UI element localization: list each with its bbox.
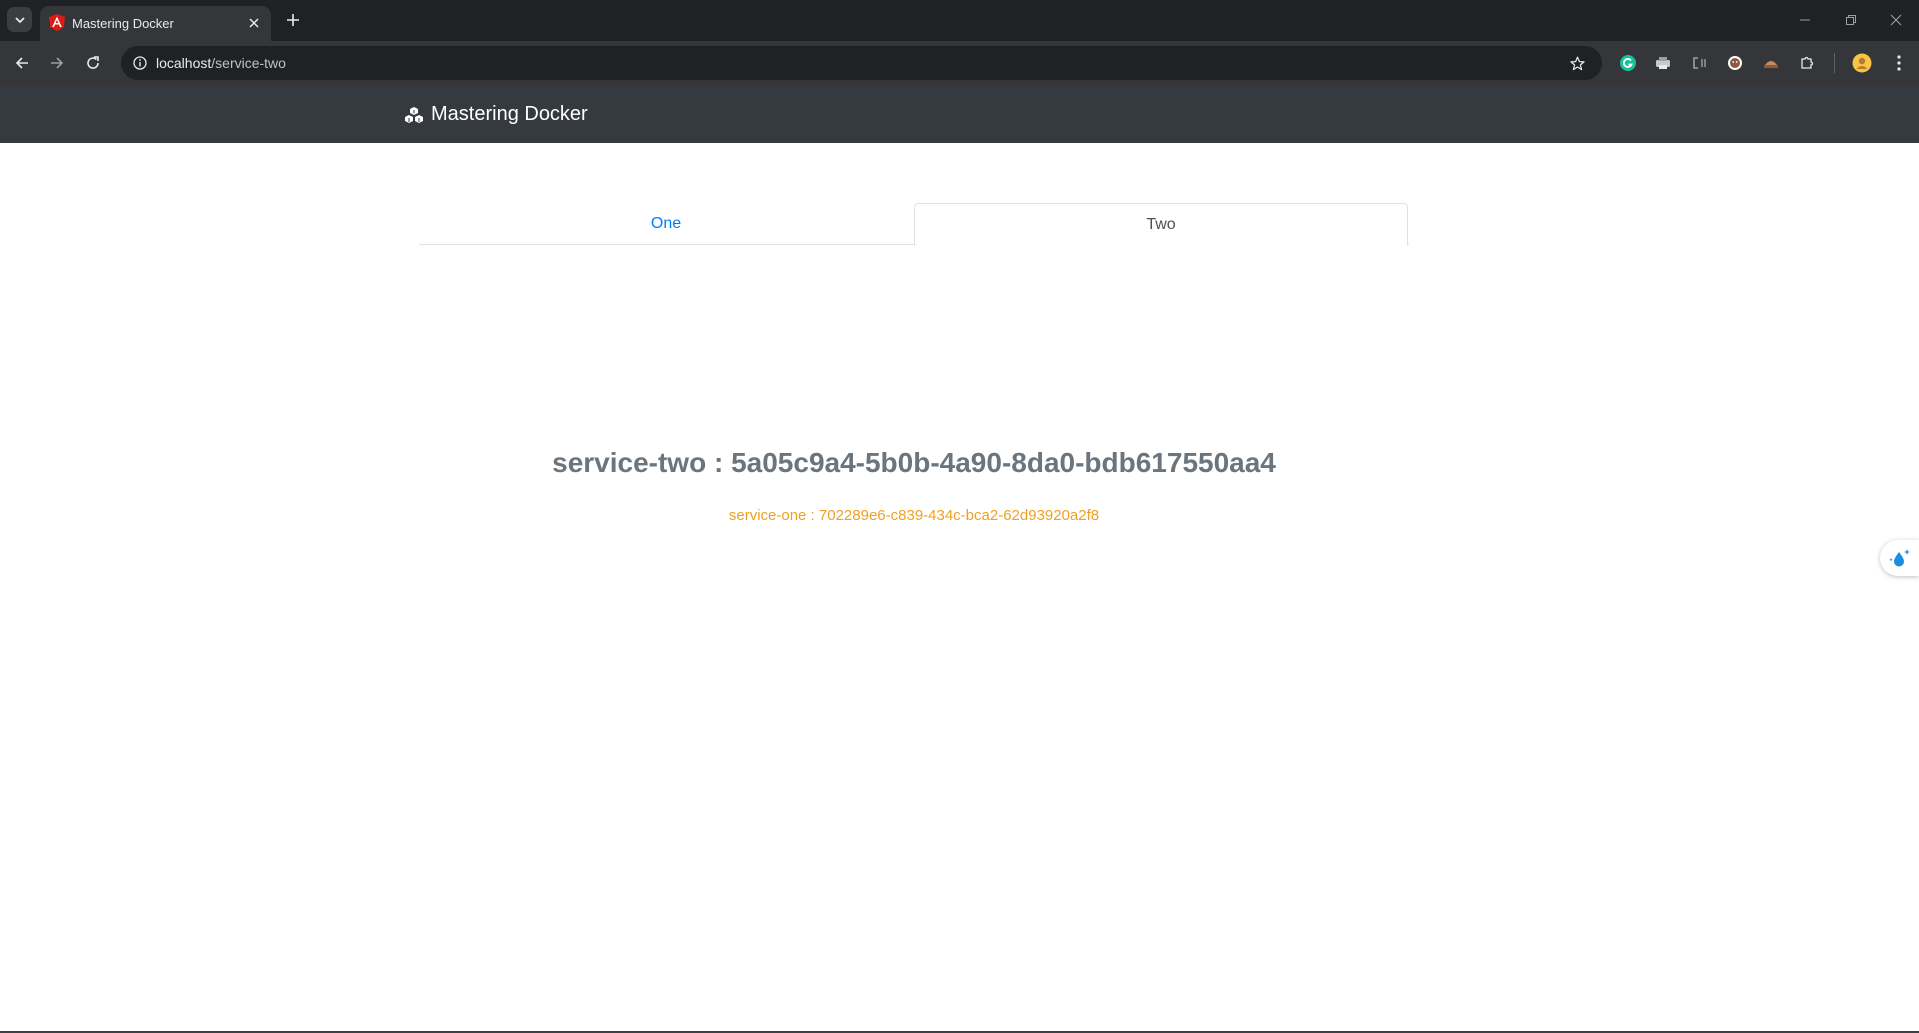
site-info-icon [133, 56, 147, 70]
restore-icon [1846, 15, 1856, 25]
star-icon [1569, 56, 1585, 70]
extension-button-5[interactable] [1760, 52, 1782, 74]
tab-one[interactable]: One [419, 203, 913, 245]
browser-menu-button[interactable] [1888, 52, 1910, 74]
url-text[interactable]: localhost/service-two [156, 55, 286, 71]
grammarly-extension-button[interactable] [1617, 52, 1639, 74]
minimize-button[interactable] [1792, 8, 1818, 32]
bookmark-button[interactable] [1566, 52, 1588, 74]
browser-tab[interactable]: Mastering Docker [40, 6, 271, 41]
extension-button-2[interactable] [1652, 52, 1674, 74]
minimize-icon [1800, 19, 1810, 21]
sparkle-drop-icon [1888, 549, 1910, 567]
navbar-brand[interactable]: Mastering Docker [404, 103, 588, 126]
face-extension-icon [1728, 56, 1742, 70]
tab-two[interactable]: Two [914, 203, 1408, 246]
avatar [1852, 53, 1872, 73]
service-one-id: service-one : 702289e6-c839-434c-bca2-62… [728, 507, 1100, 524]
close-window-button[interactable] [1883, 8, 1909, 32]
tab-title: Mastering Docker [72, 16, 174, 31]
angular-favicon-icon [49, 14, 65, 31]
service-tabs: One Two [419, 203, 1409, 246]
forward-arrow-icon [51, 57, 64, 69]
extension-button-3[interactable] [1688, 52, 1710, 74]
close-window-icon [1890, 14, 1902, 26]
url-host: localhost [156, 55, 212, 71]
profile-avatar-button[interactable] [1851, 52, 1873, 74]
hat-extension-icon [1764, 61, 1778, 68]
extension-button-4[interactable] [1724, 52, 1746, 74]
browser-tabstrip: Mastering Docker [0, 0, 1919, 41]
brand-title: Mastering Docker [431, 103, 588, 125]
plus-icon [287, 14, 299, 26]
url-path: /service-two [211, 55, 286, 71]
toolbar-separator [1834, 53, 1835, 73]
more-vert-icon [1897, 55, 1901, 71]
extensions-menu-button[interactable] [1796, 52, 1818, 74]
site-info-button[interactable] [129, 52, 151, 74]
app-navbar: Mastering Docker [0, 85, 1919, 143]
back-arrow-icon [15, 57, 28, 69]
address-bar[interactable]: localhost/service-two [121, 46, 1602, 80]
reload-button[interactable] [80, 50, 106, 76]
back-button[interactable] [9, 50, 35, 76]
service-two-id: service-two : 5a05c9a4-5b0b-4a90-8da0-bd… [552, 447, 1276, 478]
forward-button[interactable] [44, 50, 70, 76]
restore-button[interactable] [1838, 8, 1864, 32]
close-icon [249, 18, 259, 28]
new-tab-button[interactable] [282, 9, 304, 31]
tab-search-button[interactable] [7, 7, 32, 32]
reload-icon [87, 56, 99, 69]
code-extension-icon [1693, 57, 1706, 69]
printer-extension-icon [1656, 57, 1670, 69]
chevron-down-icon [14, 16, 25, 23]
grammarly-icon [1620, 55, 1636, 71]
tab-close-button[interactable] [245, 14, 263, 32]
side-assistant-button[interactable] [1880, 540, 1919, 576]
cubes-icon [405, 106, 423, 123]
puzzle-icon [1801, 56, 1814, 69]
